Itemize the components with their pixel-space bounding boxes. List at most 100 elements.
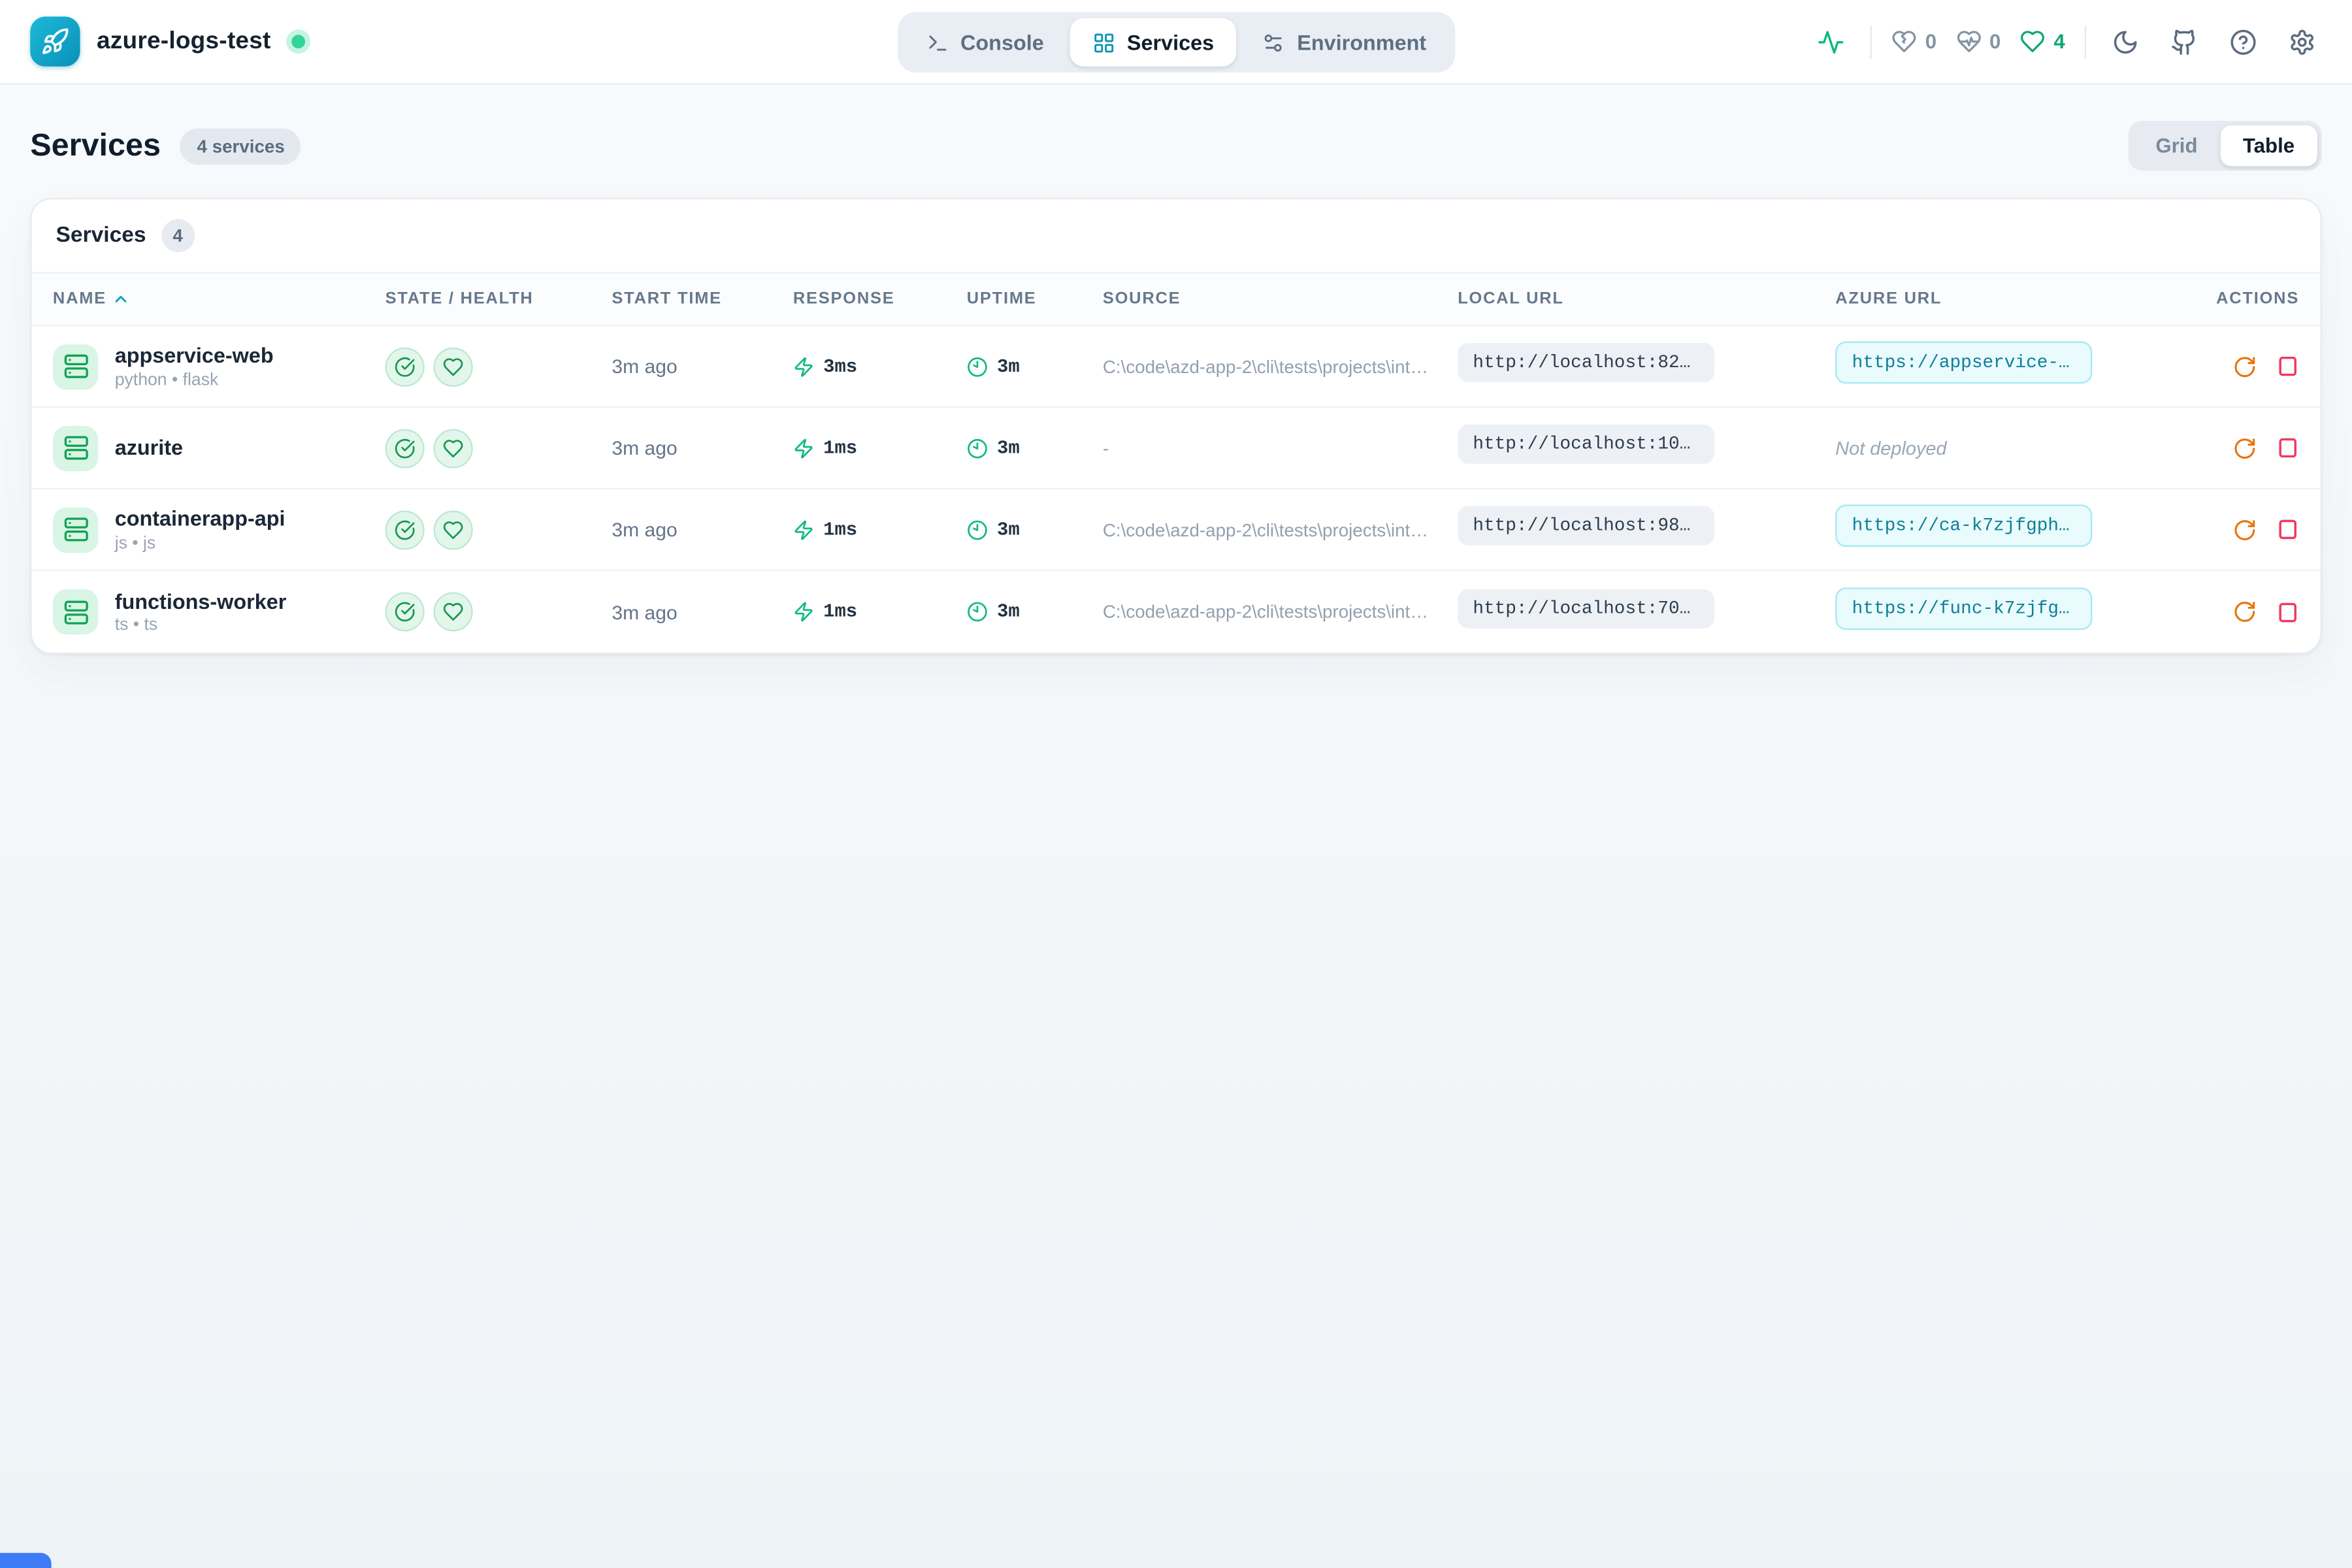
uptime-value: 3m	[997, 519, 1020, 540]
local-url-cell: http://localhost:7071	[1458, 589, 1835, 636]
column-header-response[interactable]: Response	[793, 290, 967, 308]
uptime-cell: 3m	[967, 519, 1103, 540]
stop-button[interactable]	[2276, 436, 2299, 459]
state-health-cell	[385, 347, 612, 386]
activity-icon[interactable]	[1812, 22, 1851, 61]
actions-cell	[2206, 600, 2299, 624]
azure-url-pill[interactable]: https://appservice-w…	[1835, 342, 2092, 384]
service-table-row[interactable]: appservice-web python • flask 3m ago 3ms…	[32, 326, 2321, 408]
page-header: Services 4 services Grid Table	[0, 84, 2352, 197]
server-icon	[53, 425, 98, 470]
column-header-source[interactable]: Source	[1103, 290, 1458, 308]
clock-icon	[967, 356, 988, 377]
navbar-right: 0 0 4	[1812, 22, 2321, 61]
source-path: C:\code\azd-app-2\cli\tests\projects\int…	[1103, 356, 1458, 377]
service-subtitle: js • js	[115, 534, 286, 553]
dark-mode-moon-icon[interactable]	[2106, 22, 2145, 61]
response-time: 3ms	[823, 356, 857, 377]
settings-gear-icon[interactable]	[2283, 22, 2322, 61]
service-name: appservice-web	[115, 343, 274, 369]
azure-url-cell: https://ca-k7zjfgph5…	[1835, 504, 2205, 554]
state-running-check-icon	[385, 510, 425, 549]
heart-icon	[2020, 29, 2046, 54]
brand[interactable]: azure-logs-test	[30, 16, 305, 66]
local-url-pill[interactable]: http://localhost:7071	[1458, 589, 1714, 628]
azure-url-pill[interactable]: https://ca-k7zjfgph5…	[1835, 504, 2092, 547]
navbar: azure-logs-test Console Services Env	[0, 0, 2352, 84]
tab-console[interactable]: Console	[903, 18, 1066, 67]
service-name-cell: azurite	[53, 425, 385, 470]
service-subtitle: python • flask	[115, 371, 274, 389]
server-icon	[53, 344, 98, 389]
column-header-start-time[interactable]: Start Time	[612, 290, 792, 308]
help-icon[interactable]	[2223, 22, 2262, 61]
column-header-local-url[interactable]: Local URL	[1458, 290, 1835, 308]
service-table-row[interactable]: functions-worker ts • ts 3m ago 1ms 3m	[32, 571, 2321, 653]
state-running-check-icon	[385, 428, 425, 467]
zap-icon	[793, 601, 814, 622]
restart-button[interactable]	[2232, 436, 2257, 460]
service-name: azurite	[115, 434, 183, 461]
column-header-name[interactable]: Name	[53, 290, 385, 308]
restart-button[interactable]	[2232, 517, 2257, 542]
restart-button[interactable]	[2232, 354, 2257, 378]
response-time: 1ms	[823, 437, 857, 458]
service-name: functions-worker	[115, 589, 287, 615]
uptime-cell: 3m	[967, 601, 1103, 622]
zap-icon	[793, 437, 814, 458]
start-time: 3m ago	[612, 600, 792, 623]
server-icon	[53, 507, 98, 552]
local-url-pill[interactable]: http://localhost:10000	[1458, 425, 1714, 464]
column-header-state[interactable]: State / Health	[385, 290, 612, 308]
start-time: 3m ago	[612, 355, 792, 378]
actions-cell	[2206, 517, 2299, 542]
response-cell: 1ms	[793, 437, 967, 458]
column-header-azure-url[interactable]: Azure URL	[1835, 290, 2205, 308]
app-root: azure-logs-test Console Services Env	[0, 0, 2352, 1568]
state-running-check-icon	[385, 592, 425, 631]
degraded-count: 0	[1989, 30, 2001, 53]
local-url-pill[interactable]: http://localhost:8293	[1458, 343, 1714, 382]
sliders-icon	[1262, 31, 1285, 54]
clock-icon	[967, 601, 988, 622]
view-grid-button[interactable]: Grid	[2133, 125, 2221, 166]
stop-button[interactable]	[2276, 600, 2299, 623]
github-icon[interactable]	[2164, 22, 2204, 61]
local-url-cell: http://localhost:8293	[1458, 343, 1835, 390]
uptime-cell: 3m	[967, 437, 1103, 458]
health-heart-icon	[434, 592, 473, 631]
health-heart-icon	[434, 510, 473, 549]
service-table-row[interactable]: azurite 3m ago 1ms 3m - ht	[32, 408, 2321, 489]
column-header-uptime[interactable]: Uptime	[967, 290, 1103, 308]
local-url-pill[interactable]: http://localhost:9847	[1458, 506, 1714, 546]
bottom-left-corner-element	[0, 1553, 52, 1568]
service-name-cell: appservice-web python • flask	[53, 343, 385, 389]
unhealthy-count: 0	[1925, 30, 1936, 53]
source-path: C:\code\azd-app-2\cli\tests\projects\int…	[1103, 519, 1458, 540]
tab-environment[interactable]: Environment	[1239, 18, 1448, 67]
clock-icon	[967, 437, 988, 458]
state-health-cell	[385, 428, 612, 467]
view-table-button[interactable]: Table	[2220, 125, 2317, 166]
tab-services[interactable]: Services	[1070, 18, 1237, 67]
app-status-dot	[292, 35, 306, 48]
restart-button[interactable]	[2232, 600, 2257, 624]
unhealthy-stat: 0	[1892, 29, 1936, 54]
server-icon	[53, 589, 98, 634]
zap-icon	[793, 356, 814, 377]
stop-button[interactable]	[2276, 518, 2299, 541]
page-title: Services	[30, 127, 161, 163]
table-header-row: Name State / Health Start Time Response …	[32, 273, 2321, 326]
uptime-value: 3m	[997, 356, 1020, 377]
state-running-check-icon	[385, 347, 425, 386]
service-subtitle: ts • ts	[115, 617, 287, 635]
column-header-actions: Actions	[2206, 290, 2299, 308]
stop-button[interactable]	[2276, 355, 2299, 378]
start-time: 3m ago	[612, 518, 792, 541]
uptime-cell: 3m	[967, 356, 1103, 377]
local-url-cell: http://localhost:9847	[1458, 506, 1835, 553]
service-table-row[interactable]: containerapp-api js • js 3m ago 1ms 3m	[32, 489, 2321, 571]
table-body: appservice-web python • flask 3m ago 3ms…	[32, 326, 2321, 652]
azure-url-pill[interactable]: https://func-k7zjfgp…	[1835, 587, 2092, 629]
azure-url-cell: https://func-k7zjfgp…	[1835, 587, 2205, 636]
